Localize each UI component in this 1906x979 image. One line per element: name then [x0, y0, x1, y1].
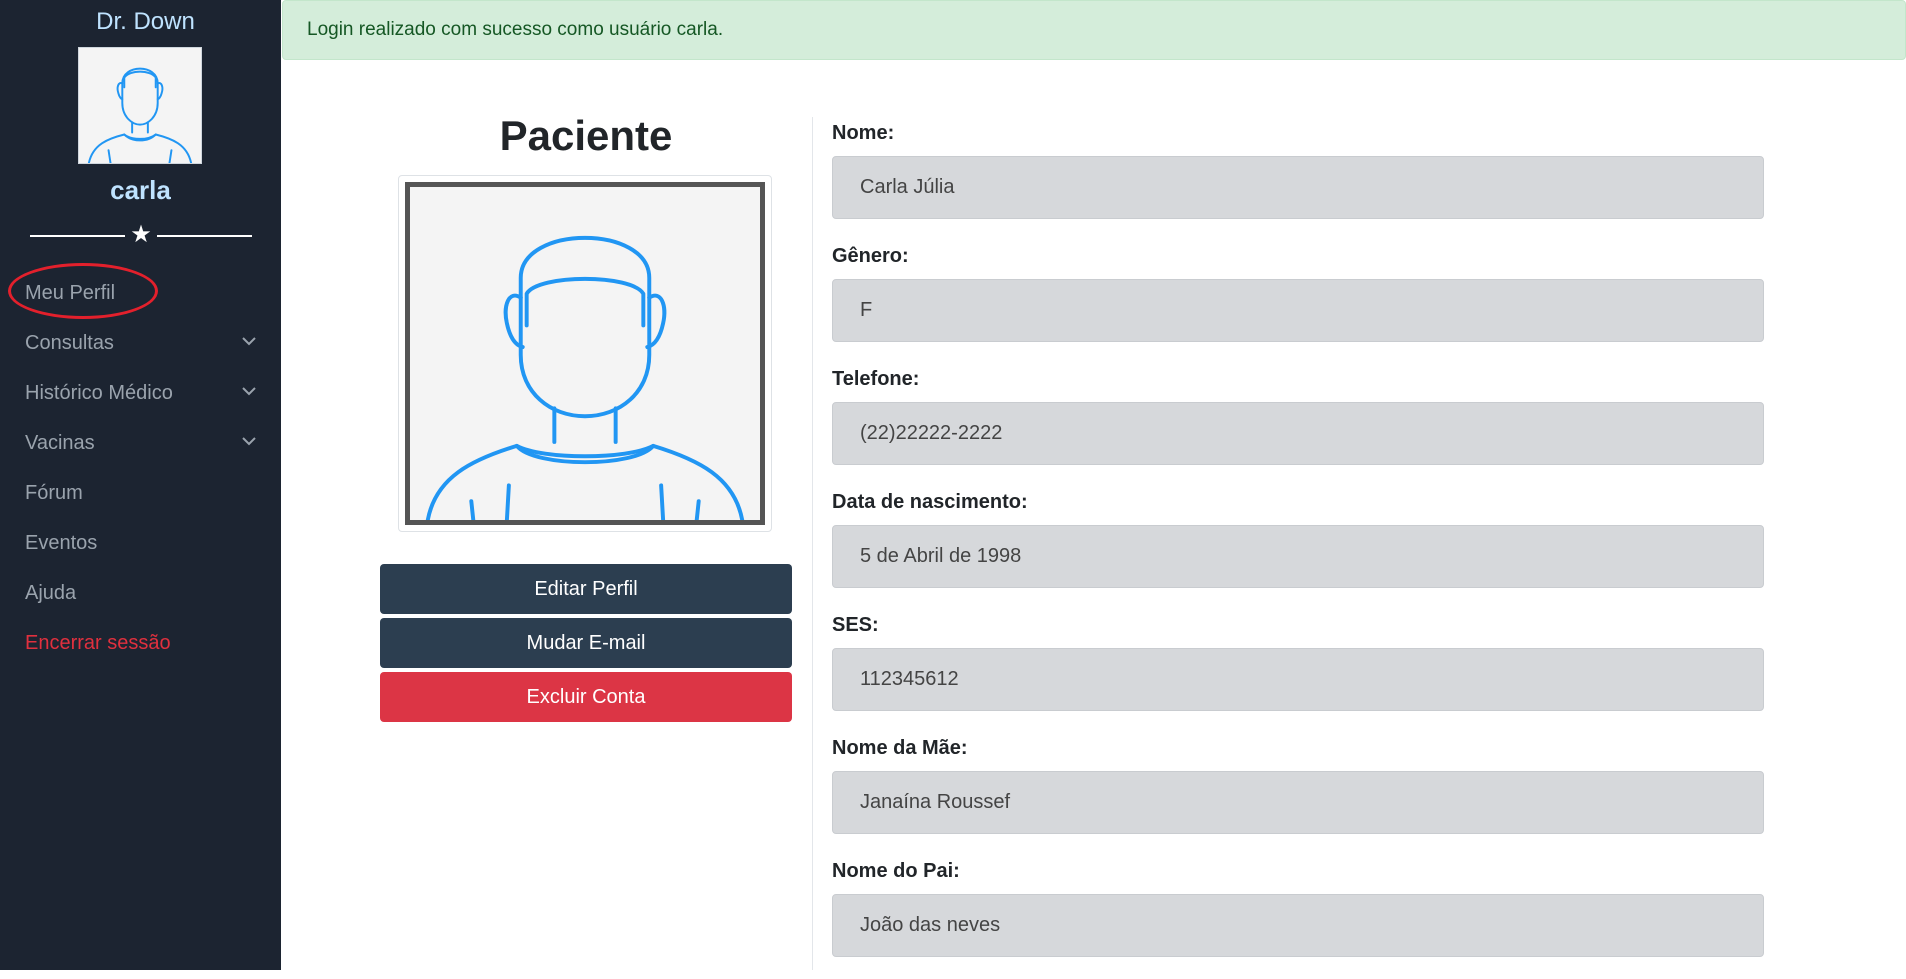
nome-mae-field[interactable] — [832, 771, 1764, 834]
field-label: Nome do Pai: — [832, 860, 960, 882]
field-label: Nome da Mãe: — [832, 737, 968, 759]
telefone-field[interactable] — [832, 402, 1764, 465]
field-ses: SES: — [832, 610, 1764, 733]
field-data-nascimento: Data de nascimento: — [832, 487, 1764, 610]
divider-line-left — [30, 235, 125, 237]
sidebar-item-label: Consultas — [25, 332, 114, 354]
sidebar-nav: Meu Perfil Consultas Histórico Médico Va… — [0, 272, 281, 672]
sidebar-item-historico-medico[interactable]: Histórico Médico — [0, 372, 281, 422]
chevron-down-icon — [242, 422, 256, 464]
star-icon: ★ — [130, 221, 152, 248]
page-title: Paciente — [499, 112, 673, 159]
genero-field[interactable] — [832, 279, 1764, 342]
username: carla — [110, 175, 171, 205]
sidebar-item-eventos[interactable]: Eventos — [0, 522, 281, 572]
nome-pai-field[interactable] — [832, 894, 1764, 957]
profile-photo — [398, 175, 772, 532]
nome-field[interactable] — [832, 156, 1764, 219]
data-nascimento-field[interactable] — [832, 525, 1764, 588]
column-divider — [812, 117, 813, 970]
sidebar-item-meu-perfil[interactable]: Meu Perfil — [0, 272, 281, 322]
change-email-button[interactable]: Mudar E-mail — [380, 618, 792, 668]
user-avatar-icon — [78, 47, 202, 164]
ses-field[interactable] — [832, 648, 1764, 711]
brand-title: Dr. Down — [96, 8, 195, 35]
field-label: Data de nascimento: — [832, 491, 1028, 513]
sidebar-item-label: Fórum — [25, 482, 83, 504]
field-nome: Nome: — [832, 118, 1764, 241]
sidebar-item-consultas[interactable]: Consultas — [0, 322, 281, 372]
user-avatar-icon — [405, 182, 765, 525]
delete-account-button[interactable]: Excluir Conta — [380, 672, 792, 722]
field-nome-pai: Nome do Pai: — [832, 856, 1764, 979]
field-telefone: Telefone: — [832, 364, 1764, 487]
patient-details: Nome: Gênero: Telefone: Data de nascimen… — [832, 118, 1764, 979]
field-genero: Gênero: — [832, 241, 1764, 364]
sidebar-item-ajuda[interactable]: Ajuda — [0, 572, 281, 622]
sidebar-item-label: Encerrar sessão — [25, 632, 171, 654]
field-nome-mae: Nome da Mãe: — [832, 733, 1764, 856]
sidebar-divider: ★ — [30, 222, 252, 248]
sidebar-item-label: Eventos — [25, 532, 98, 554]
sidebar-item-label: Meu Perfil — [25, 282, 116, 304]
sidebar-item-label: Histórico Médico — [25, 382, 173, 404]
field-label: Gênero: — [832, 245, 909, 267]
sidebar-item-logout[interactable]: Encerrar sessão — [0, 622, 281, 672]
edit-profile-button[interactable]: Editar Perfil — [380, 564, 792, 614]
chevron-down-icon — [242, 372, 256, 414]
field-label: Telefone: — [832, 368, 920, 390]
sidebar-item-forum[interactable]: Fórum — [0, 472, 281, 522]
field-label: Nome: — [832, 122, 895, 144]
field-label: SES: — [832, 614, 879, 636]
divider-line-right — [157, 235, 252, 237]
chevron-down-icon — [242, 322, 256, 364]
sidebar-item-label: Vacinas — [25, 432, 95, 454]
sidebar-item-vacinas[interactable]: Vacinas — [0, 422, 281, 472]
success-alert: Login realizado com sucesso como usuário… — [282, 0, 1906, 60]
sidebar: Dr. Down carla ★ Meu Perfil Consultas Hi… — [0, 0, 281, 970]
sidebar-item-label: Ajuda — [25, 582, 77, 604]
